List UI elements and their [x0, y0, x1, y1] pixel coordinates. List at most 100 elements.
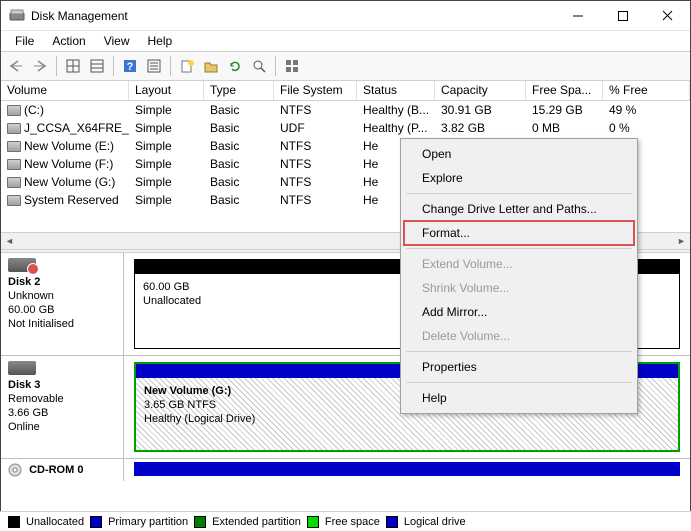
legend-extended-icon [194, 516, 206, 528]
ctx-help[interactable]: Help [404, 386, 634, 410]
help-icon[interactable]: ? [119, 55, 141, 77]
disk-state: Online [8, 421, 40, 433]
scroll-right-icon[interactable]: ► [673, 233, 690, 250]
toolbar-refresh-icon[interactable] [224, 55, 246, 77]
cell-volume: New Volume (E:) [24, 139, 114, 153]
legend-unallocated-label: Unallocated [26, 516, 84, 528]
cell-volume: New Volume (G:) [24, 175, 115, 189]
disk-title: CD-ROM 0 [29, 464, 83, 476]
scroll-left-icon[interactable]: ◄ [1, 233, 18, 250]
disk-icon [8, 258, 36, 272]
table-row[interactable]: J_CCSA_X64FRE_E...SimpleBasicUDFHealthy … [1, 119, 690, 137]
back-button[interactable] [5, 55, 27, 77]
menu-file[interactable]: File [7, 32, 42, 50]
legend-extended-label: Extended partition [212, 516, 301, 528]
disk-state: Not Initialised [8, 318, 74, 330]
menu-bar: File Action View Help [1, 31, 690, 51]
ctx-format[interactable]: Format... [404, 221, 634, 245]
cell-layout: Simple [129, 120, 204, 136]
legend-free-label: Free space [325, 516, 380, 528]
forward-button[interactable] [29, 55, 51, 77]
cell-type: Basic [204, 138, 274, 154]
cell-layout: Simple [129, 138, 204, 154]
disk-status: Removable [8, 393, 64, 405]
context-menu: Open Explore Change Drive Letter and Pat… [400, 138, 638, 414]
volume-icon [7, 177, 21, 188]
cell-status: Healthy (P... [357, 120, 435, 136]
ctx-add-mirror[interactable]: Add Mirror... [404, 300, 634, 324]
legend-primary-label: Primary partition [108, 516, 188, 528]
menu-view[interactable]: View [96, 32, 138, 50]
ctx-properties[interactable]: Properties [404, 355, 634, 379]
col-layout[interactable]: Layout [129, 81, 204, 100]
legend-logical-label: Logical drive [404, 516, 466, 528]
table-row[interactable]: (C:)SimpleBasicNTFSHealthy (B...30.91 GB… [1, 101, 690, 119]
toolbar-grid2-icon[interactable] [86, 55, 108, 77]
col-volume[interactable]: Volume [1, 81, 129, 100]
disk-icon [8, 361, 36, 375]
col-status[interactable]: Status [357, 81, 435, 100]
menu-action[interactable]: Action [44, 32, 93, 50]
ctx-open[interactable]: Open [404, 142, 634, 166]
cell-filesystem: NTFS [274, 192, 357, 208]
toolbar-settings-icon[interactable] [281, 55, 303, 77]
toolbar-search-icon[interactable] [248, 55, 270, 77]
cell-free: 0 MB [526, 120, 603, 136]
volume-icon [7, 105, 21, 116]
ctx-shrink-volume: Shrink Volume... [404, 276, 634, 300]
ctx-extend-volume: Extend Volume... [404, 252, 634, 276]
toolbar-grid1-icon[interactable] [62, 55, 84, 77]
cell-capacity: 3.82 GB [435, 120, 526, 136]
volume-icon [7, 195, 21, 206]
col-pctfree[interactable]: % Free [603, 81, 690, 100]
cell-layout: Simple [129, 156, 204, 172]
minimize-button[interactable] [555, 1, 600, 30]
volume-icon [7, 141, 21, 152]
disk-size: 3.66 GB [8, 407, 48, 419]
cell-type: Basic [204, 156, 274, 172]
volume-icon [7, 159, 21, 170]
cell-volume: System Reserved [24, 193, 119, 207]
cell-filesystem: UDF [274, 120, 357, 136]
legend-logical-icon [386, 516, 398, 528]
menu-help[interactable]: Help [140, 32, 181, 50]
col-freespace[interactable]: Free Spa... [526, 81, 603, 100]
toolbar-list-icon[interactable] [143, 55, 165, 77]
col-capacity[interactable]: Capacity [435, 81, 526, 100]
legend-unallocated-icon [8, 516, 20, 528]
legend-free-icon [307, 516, 319, 528]
ctx-change-drive-letter[interactable]: Change Drive Letter and Paths... [404, 197, 634, 221]
toolbar-new-icon[interactable] [176, 55, 198, 77]
cell-volume: New Volume (F:) [24, 157, 113, 171]
col-filesystem[interactable]: File System [274, 81, 357, 100]
window-title: Disk Management [31, 9, 128, 23]
cell-filesystem: NTFS [274, 174, 357, 190]
disk-title: Disk 2 [8, 276, 40, 288]
title-bar: Disk Management [1, 1, 690, 31]
disk-header-disk3: Disk 3 Removable 3.66 GB Online [1, 356, 124, 458]
toolbar-open-icon[interactable] [200, 55, 222, 77]
cell-type: Basic [204, 102, 274, 118]
cell-filesystem: NTFS [274, 156, 357, 172]
legend-primary-icon [90, 516, 102, 528]
cell-layout: Simple [129, 102, 204, 118]
toolbar: ? [1, 51, 690, 81]
app-icon [9, 8, 25, 24]
cell-capacity: 30.91 GB [435, 102, 526, 118]
disk-row-cdrom0[interactable]: CD-ROM 0 [1, 459, 690, 481]
ctx-delete-volume: Delete Volume... [404, 324, 634, 348]
ctx-explore[interactable]: Explore [404, 166, 634, 190]
cell-free: 15.29 GB [526, 102, 603, 118]
disk-status: Unknown [8, 290, 54, 302]
col-type[interactable]: Type [204, 81, 274, 100]
cell-filesystem: NTFS [274, 138, 357, 154]
cell-volume: J_CCSA_X64FRE_E... [24, 121, 129, 135]
maximize-button[interactable] [600, 1, 645, 30]
legend-bar: Unallocated Primary partition Extended p… [0, 511, 691, 531]
disk-title: Disk 3 [8, 379, 40, 391]
close-button[interactable] [645, 1, 690, 30]
cell-type: Basic [204, 120, 274, 136]
cell-type: Basic [204, 192, 274, 208]
cell-pct: 0 % [603, 120, 690, 136]
cell-pct: 49 % [603, 102, 690, 118]
